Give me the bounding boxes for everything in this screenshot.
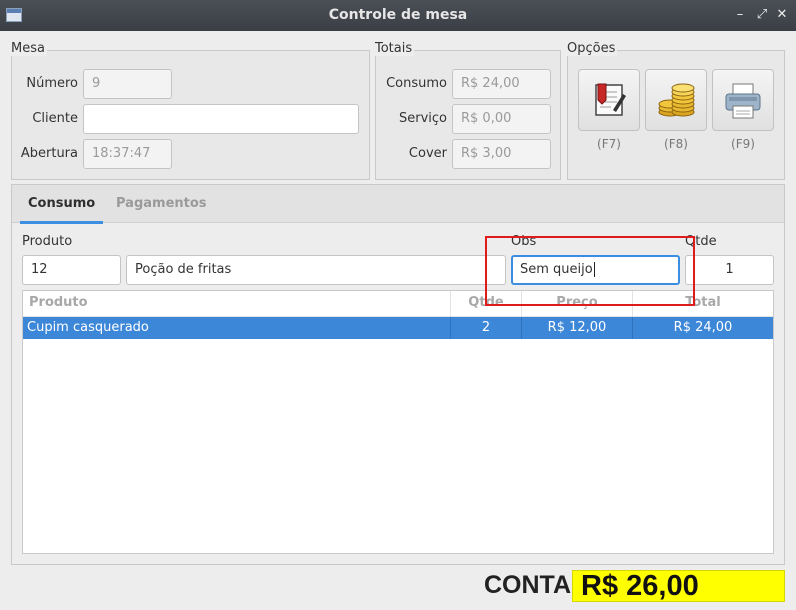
produto-label: Produto <box>22 234 73 249</box>
minimize-button[interactable]: – <box>732 6 748 24</box>
text-cursor <box>593 262 595 277</box>
printer-icon <box>725 83 761 119</box>
obs-label: Obs <box>511 234 537 249</box>
payment-button[interactable] <box>645 69 707 131</box>
column-header-produto[interactable]: Produto <box>23 291 451 317</box>
obs-field-text: Sem queijo <box>520 262 593 277</box>
window-titlebar[interactable]: Controle de mesa – ⤢ ✕ <box>0 0 796 31</box>
consumo-total-field[interactable]: R$ 24,00 <box>452 69 551 99</box>
conta-label: CONTA <box>484 571 572 599</box>
abertura-label: Abertura <box>20 146 78 161</box>
totais-group-label: Totais <box>373 41 415 56</box>
consumo-label: Consumo <box>386 76 447 91</box>
conta-total: R$ 26,00 <box>572 570 785 602</box>
qtde-field[interactable]: 1 <box>685 255 774 285</box>
cell-preco: R$ 12,00 <box>522 317 633 339</box>
edit-key-label: (F7) <box>597 137 621 151</box>
edit-document-icon <box>595 83 626 116</box>
opcoes-group-label: Opções <box>565 41 618 56</box>
cell-total: R$ 24,00 <box>673 320 733 335</box>
tab-bar: Consumo Pagamentos <box>12 185 784 224</box>
cover-label: Cover <box>408 146 447 161</box>
cell-qtde: 2 <box>451 317 522 339</box>
cell-produto: Cupim casquerado <box>23 317 451 339</box>
close-button[interactable]: ✕ <box>774 6 790 24</box>
abertura-field[interactable]: 18:37:47 <box>83 139 172 169</box>
qtde-label: Qtde <box>685 234 717 249</box>
cliente-label: Cliente <box>32 111 78 126</box>
servico-label: Serviço <box>398 111 447 126</box>
produto-name-field[interactable]: Poção de fritas <box>126 255 506 285</box>
numero-field[interactable]: 9 <box>83 69 172 99</box>
mesa-group-label: Mesa <box>9 41 47 56</box>
servico-total-field[interactable]: R$ 0,00 <box>452 104 551 134</box>
column-header-preco[interactable]: Preço <box>522 291 633 317</box>
print-key-label: (F9) <box>731 137 755 151</box>
numero-label: Número <box>26 76 78 91</box>
maximize-button[interactable]: ⤢ <box>754 6 770 24</box>
cover-total-field[interactable]: R$ 3,00 <box>452 139 551 169</box>
column-header-qtde[interactable]: Qtde <box>451 291 522 317</box>
print-button[interactable] <box>712 69 774 131</box>
cliente-field[interactable] <box>83 104 359 134</box>
table-row[interactable]: Cupim casquerado 2 R$ 12,00 R$ 24,00 <box>23 317 773 339</box>
coins-icon <box>658 83 695 117</box>
payment-key-label: (F8) <box>664 137 688 151</box>
window-title: Controle de mesa <box>328 7 468 23</box>
obs-field[interactable]: Sem queijo <box>511 255 680 285</box>
produto-code-field[interactable]: 12 <box>22 255 121 285</box>
column-header-total[interactable]: Total <box>633 291 773 317</box>
tab-pagamentos[interactable]: Pagamentos <box>114 185 209 223</box>
consumo-table[interactable]: Produto Qtde Preço Total Cupim casquerad… <box>22 290 774 554</box>
edit-button[interactable] <box>578 69 640 131</box>
tab-consumo[interactable]: Consumo <box>19 185 104 224</box>
